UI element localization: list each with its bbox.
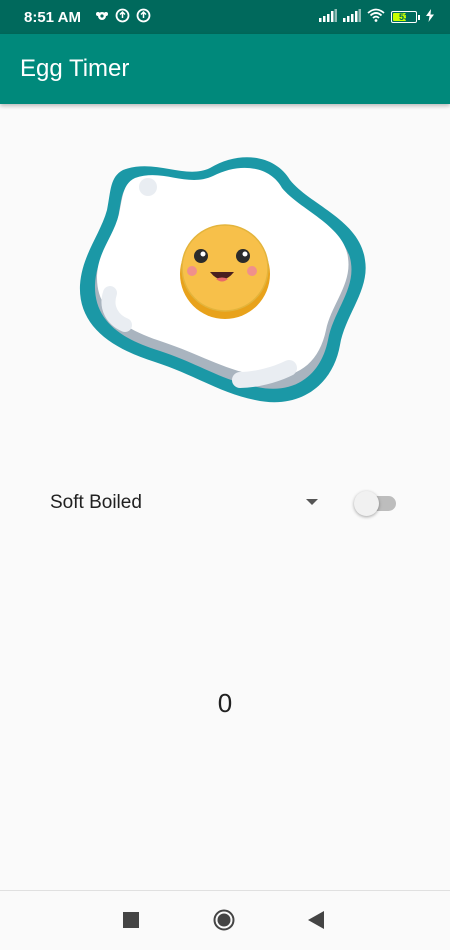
switch-thumb (354, 491, 379, 516)
screen: 8:51 AM 53 Egg Timer Soft Boiled 0 (0, 0, 450, 950)
status-left: 8:51 AM (24, 8, 151, 27)
square-icon (123, 912, 139, 928)
circle-icon (213, 909, 235, 931)
wifi-icon (367, 8, 385, 26)
status-time: 8:51 AM (24, 8, 81, 26)
sync-icon (115, 8, 130, 27)
status-right: 53 (319, 8, 434, 26)
dropdown-arrow-icon (306, 499, 318, 505)
sync-icon (136, 8, 151, 27)
app-bar: Egg Timer (0, 34, 450, 104)
battery-level: 53 (398, 12, 409, 22)
triangle-back-icon (308, 911, 324, 929)
back-button[interactable] (308, 911, 324, 934)
charging-icon (426, 8, 434, 26)
notification-icon (95, 9, 109, 26)
app-title: Egg Timer (20, 55, 130, 82)
battery-body: 53 (391, 11, 417, 23)
status-bar: 8:51 AM 53 (0, 0, 450, 34)
home-button[interactable] (213, 909, 235, 936)
recents-button[interactable] (123, 912, 139, 933)
navigation-bar (0, 890, 450, 950)
spinner-selected-value: Soft Boiled (50, 492, 142, 513)
battery-icon: 53 (391, 11, 420, 23)
egg-icon (79, 157, 366, 403)
timer-value: 0 (217, 688, 233, 718)
egg-illustration (75, 150, 375, 415)
egg-type-spinner[interactable]: Soft Boiled (38, 480, 328, 526)
signal-icon (343, 8, 361, 26)
signal-icon (319, 8, 337, 26)
battery-tip (418, 14, 420, 20)
timer-switch[interactable] (352, 488, 398, 518)
